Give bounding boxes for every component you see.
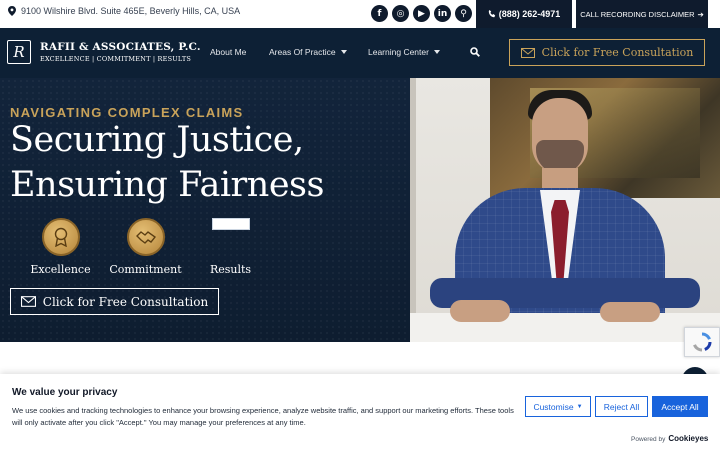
cookie-consent-banner: We value your privacy We use cookies and…	[0, 374, 720, 450]
logo-name[interactable]: RAFII & ASSOCIATES, P.C.	[40, 41, 201, 53]
value-label: Commitment	[109, 263, 182, 276]
nav-item-learning-center[interactable]: Learning Center	[368, 47, 440, 57]
cookieyes-attribution[interactable]: Powered by Cookieyes	[631, 434, 708, 443]
powered-by-label: Powered by	[631, 436, 666, 443]
recaptcha-badge[interactable]	[684, 327, 720, 357]
nav-item-about-me[interactable]: About Me	[210, 47, 269, 57]
nav-item-label: Areas Of Practice	[269, 47, 336, 57]
map-pin-icon	[8, 6, 16, 16]
envelope-icon	[520, 47, 535, 58]
cookie-description: We use cookies and tracking technologies…	[12, 406, 514, 427]
envelope-icon	[20, 296, 36, 307]
linkedin-icon[interactable]: in	[434, 5, 451, 22]
nav-item-label: About Me	[210, 47, 247, 57]
award-ribbon-icon	[41, 218, 80, 256]
nav-consultation-button[interactable]: Click for Free Consultation	[509, 39, 705, 66]
search-icon[interactable]	[470, 47, 480, 57]
customise-label: Customise	[533, 401, 574, 412]
value-excellence: Excellence	[18, 218, 103, 276]
facebook-icon[interactable]: f	[371, 5, 388, 22]
value-commitment: Commitment	[103, 218, 188, 276]
phone-icon	[488, 10, 495, 18]
chevron-down-icon: ▼	[576, 403, 583, 410]
chevron-down-icon	[340, 50, 347, 54]
handshake-icon	[126, 218, 165, 256]
value-label: Excellence	[30, 263, 91, 276]
photo-border	[410, 78, 416, 342]
address[interactable]: 9100 Wilshire Blvd. Suite 465E, Beverly …	[8, 6, 240, 16]
arrow-right-icon: ➔	[697, 9, 704, 19]
attorney-photo	[410, 78, 720, 342]
value-label: Results	[209, 263, 252, 276]
headline-line-1: Securing Justice,	[10, 120, 304, 160]
broken-image-icon	[211, 218, 250, 230]
phone-number: (888) 262-4971	[498, 9, 561, 19]
logo-tagline: EXCELLENCE | COMMITMENT | RESULTS	[40, 55, 192, 63]
customise-button[interactable]: Customise ▼	[525, 396, 591, 417]
main-navigation: R RAFII & ASSOCIATES, P.C. EXCELLENCE | …	[0, 28, 720, 78]
phone-button[interactable]: (888) 262-4971	[476, 0, 572, 28]
youtube-icon[interactable]: ▶	[413, 5, 430, 22]
headline-line-2: Ensuring Fairness	[10, 165, 324, 205]
nav-menu: About Me Areas Of Practice Learning Cent…	[210, 47, 440, 57]
background-painting	[490, 78, 720, 198]
accept-all-button[interactable]: Accept All	[652, 396, 708, 417]
hero-headline: Securing Justice, Ensuring Fairness	[10, 118, 324, 208]
address-text: 9100 Wilshire Blvd. Suite 465E, Beverly …	[21, 6, 241, 16]
recaptcha-icon	[693, 332, 712, 352]
value-results: Results	[188, 218, 273, 276]
hero-consultation-button[interactable]: Click for Free Consultation	[10, 288, 219, 315]
social-links: f ◎ ▶ in ⚲	[371, 5, 472, 22]
nav-item-label: Learning Center	[368, 47, 429, 57]
top-bar: 9100 Wilshire Blvd. Suite 465E, Beverly …	[0, 0, 720, 28]
nav-item-areas-of-practice[interactable]: Areas Of Practice	[269, 47, 368, 57]
cookieyes-logo: Cookieyes	[668, 434, 709, 443]
core-values: Excellence Commitment Results	[18, 218, 273, 276]
location-icon[interactable]: ⚲	[455, 5, 472, 22]
logo-mark[interactable]: R	[7, 40, 31, 64]
hero-section: NAVIGATING COMPLEX CLAIMS Securing Justi…	[0, 78, 720, 342]
call-recording-disclaimer-button[interactable]: CALL RECORDING DISCLAIMER ➔	[576, 0, 708, 28]
hero-cta-label: Click for Free Consultation	[42, 294, 209, 309]
content-strip	[0, 342, 720, 374]
hand-left	[450, 300, 510, 322]
chevron-down-icon	[433, 50, 440, 54]
nav-cta-label: Click for Free Consultation	[541, 46, 694, 59]
reject-all-button[interactable]: Reject All	[595, 396, 648, 417]
cookie-title: We value your privacy	[12, 387, 118, 398]
hand-right	[600, 302, 660, 322]
instagram-icon[interactable]: ◎	[392, 5, 409, 22]
disclaimer-label: CALL RECORDING DISCLAIMER	[580, 9, 695, 19]
